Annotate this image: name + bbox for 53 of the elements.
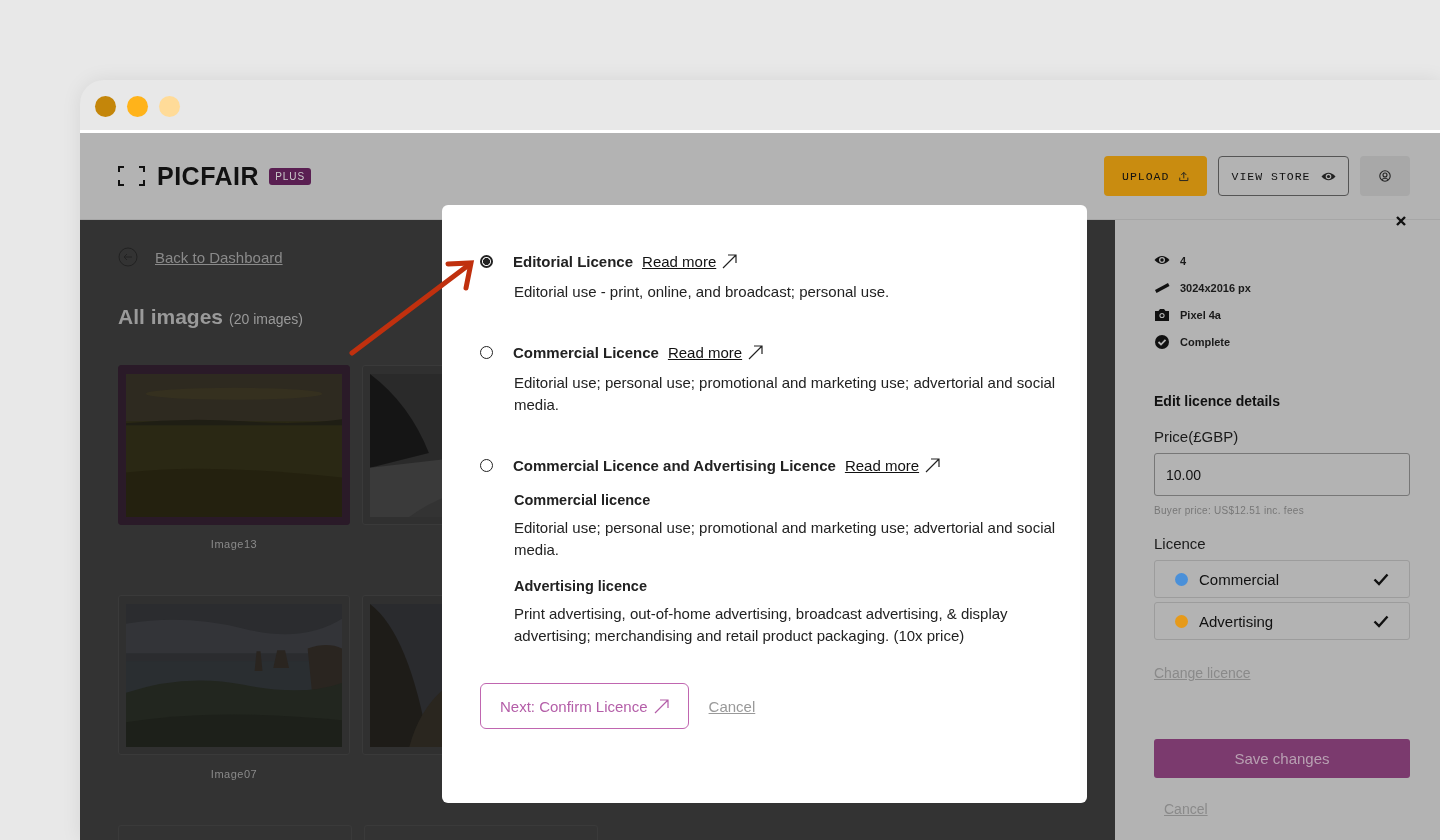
licence-item[interactable]: Commercial bbox=[1154, 560, 1410, 598]
field-label: Price(£GBP) bbox=[1154, 428, 1239, 445]
check-circle-icon bbox=[1154, 334, 1170, 349]
option-description: Editorial use; personal use; promotional and marketing use; advertorial and social media. bbox=[514, 373, 1057, 415]
licence-item[interactable]: Advertising bbox=[1154, 602, 1410, 640]
stat-text: 4 bbox=[1180, 254, 1187, 267]
licence-name: Commercial bbox=[1199, 570, 1280, 588]
frame-icon bbox=[118, 166, 145, 186]
back-link[interactable]: Back to Dashboard bbox=[155, 248, 283, 266]
window-control-icon[interactable] bbox=[95, 96, 116, 117]
option-title: Commercial Licence bbox=[513, 343, 659, 361]
option-description: Editorial use - print, online, and broadcast; personal use. bbox=[514, 282, 891, 302]
user-icon bbox=[1379, 170, 1391, 182]
section-description: Print advertising, out-of-home advertising, broadcast advertising, & display advertising; merchandising and retail product packaging. (10x price) bbox=[514, 604, 1009, 646]
account-button[interactable] bbox=[1360, 156, 1410, 196]
stat-text: Pixel 4a bbox=[1180, 308, 1221, 321]
page-title: All images bbox=[118, 305, 224, 329]
upload-icon bbox=[1179, 169, 1189, 183]
close-icon bbox=[1395, 215, 1407, 227]
image-count: (20 images) bbox=[229, 311, 303, 327]
section-description: Editorial use; personal use; promotional and marketing use; advertorial and social media. bbox=[514, 518, 1057, 560]
option-title: Editorial Licence bbox=[513, 252, 634, 270]
image-label: Image13 bbox=[209, 538, 259, 550]
price-field[interactable]: 10.00 bbox=[1154, 453, 1410, 496]
section-heading: Commercial licence bbox=[514, 492, 652, 508]
image-label: Image07 bbox=[209, 768, 259, 780]
option-title: Commercial Licence and Advertising Licence bbox=[513, 456, 836, 474]
read-more-link[interactable]: Read more bbox=[642, 252, 717, 270]
window-control-icon[interactable] bbox=[127, 96, 148, 117]
external-link-icon bbox=[653, 698, 669, 714]
section-title: Edit licence details bbox=[1154, 393, 1281, 409]
upload-button[interactable]: UPLOAD bbox=[1104, 156, 1207, 196]
ruler-icon bbox=[1154, 280, 1170, 295]
external-link-icon bbox=[722, 253, 738, 269]
image-card[interactable] bbox=[118, 595, 350, 755]
next-button[interactable]: Next: Confirm Licence bbox=[480, 683, 689, 729]
external-link-icon bbox=[925, 457, 941, 473]
logo-text: PICFAIR bbox=[157, 161, 260, 191]
radio-button[interactable] bbox=[480, 254, 493, 268]
external-link-icon bbox=[748, 344, 764, 360]
section-heading: Advertising licence bbox=[514, 578, 648, 594]
stat-text: 3024x2016 px bbox=[1180, 281, 1251, 294]
view-store-button[interactable]: VIEW STORE bbox=[1218, 156, 1349, 196]
image-card[interactable] bbox=[118, 365, 350, 525]
read-more-link[interactable]: Read more bbox=[667, 343, 743, 361]
read-more-link[interactable]: Read more bbox=[844, 456, 920, 474]
stat-text: Complete bbox=[1180, 335, 1231, 348]
window-control-icon[interactable] bbox=[159, 96, 180, 117]
field-label: Licence bbox=[1154, 535, 1206, 552]
camera-icon bbox=[1154, 307, 1170, 322]
licence-name: Advertising bbox=[1199, 612, 1275, 630]
plan-badge: PLUS bbox=[269, 167, 312, 185]
eye-icon bbox=[1320, 170, 1336, 182]
